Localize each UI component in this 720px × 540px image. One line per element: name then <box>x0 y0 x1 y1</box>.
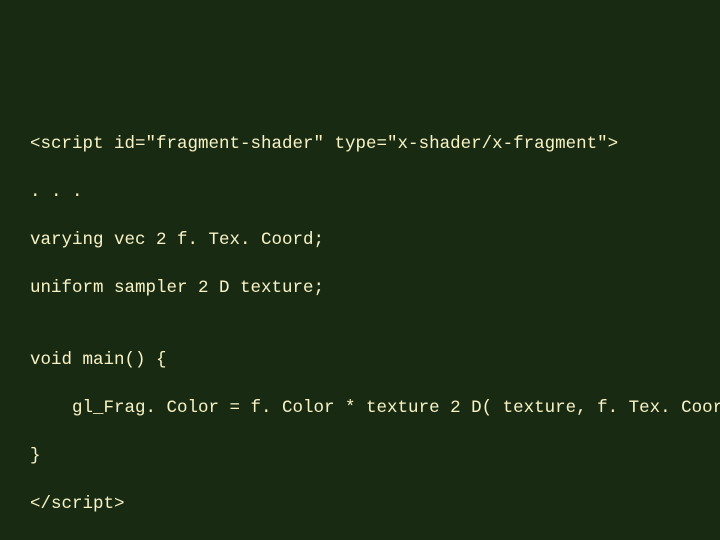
code-line: varying vec 2 f. Tex. Coord; <box>30 228 690 252</box>
code-line: uniform sampler 2 D texture; <box>30 276 690 300</box>
code-line: . . . <box>30 180 690 204</box>
code-line: gl_Frag. Color = f. Color * texture 2 D(… <box>30 396 690 420</box>
code-line: <script id="fragment-shader" type="x-sha… <box>30 132 690 156</box>
code-line: } <box>30 444 690 468</box>
code-slide: <script id="fragment-shader" type="x-sha… <box>0 0 720 540</box>
code-line: </script> <box>30 492 690 516</box>
code-line: void main() { <box>30 348 690 372</box>
